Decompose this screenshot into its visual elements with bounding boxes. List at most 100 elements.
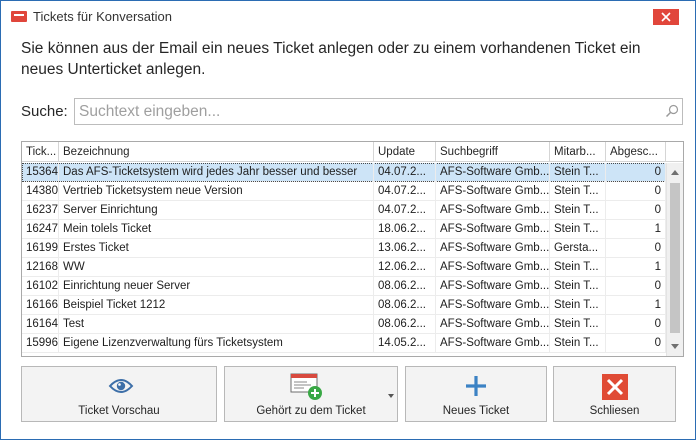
table-cell: 08.06.2... bbox=[374, 296, 436, 315]
new-ticket-button[interactable]: Neues Ticket bbox=[405, 366, 547, 422]
table-cell: 04.07.2... bbox=[374, 182, 436, 201]
table-cell: Erstes Ticket bbox=[59, 239, 374, 258]
search-input[interactable] bbox=[79, 102, 659, 121]
table-cell: 15996 bbox=[22, 334, 59, 353]
table-cell: 04.07.2... bbox=[374, 163, 436, 182]
window-title: Tickets für Konversation bbox=[33, 9, 172, 24]
close-dialog-button[interactable]: Schliesen bbox=[553, 366, 676, 422]
table-cell: Gersta... bbox=[550, 239, 606, 258]
app-icon bbox=[11, 11, 27, 22]
table-cell: 04.07.2... bbox=[374, 201, 436, 220]
scroll-thumb[interactable] bbox=[670, 183, 680, 333]
table-row[interactable]: 16164 Test 08.06.2... AFS-Software Gmb... St… bbox=[22, 315, 666, 334]
table-cell: WW bbox=[59, 258, 374, 277]
search-box[interactable] bbox=[74, 98, 683, 125]
table-cell: AFS-Software Gmb... bbox=[436, 182, 550, 201]
table-cell: Stein T... bbox=[550, 334, 606, 353]
table-cell: Einrichtung neuer Server bbox=[59, 277, 374, 296]
table-row[interactable]: 15996 Eigene Lizenzverwaltung fürs Ticket… bbox=[22, 334, 666, 353]
table-cell: 0 bbox=[606, 315, 666, 334]
table-cell: AFS-Software Gmb... bbox=[436, 296, 550, 315]
ticket-preview-button[interactable]: Ticket Vorschau bbox=[21, 366, 217, 422]
column-header[interactable]: Update bbox=[374, 142, 436, 162]
vertical-scrollbar[interactable] bbox=[666, 163, 683, 356]
table-row[interactable]: 16199 Erstes Ticket 13.06.2... AFS-Software… bbox=[22, 239, 666, 258]
table-cell: Mein tolels Ticket bbox=[59, 220, 374, 239]
table-cell: 14.05.2... bbox=[374, 334, 436, 353]
table-cell: AFS-Software Gmb... bbox=[436, 239, 550, 258]
table-cell: 0 bbox=[606, 201, 666, 220]
table-row[interactable]: 14380 Vertrieb Ticketsystem neue Version 0… bbox=[22, 182, 666, 201]
scroll-down-icon[interactable] bbox=[671, 344, 679, 349]
table-cell: AFS-Software Gmb... bbox=[436, 201, 550, 220]
table-cell: AFS-Software Gmb... bbox=[436, 163, 550, 182]
table-cell: Test bbox=[59, 315, 374, 334]
table-cell: Eigene Lizenzverwaltung fürs Ticketsyste… bbox=[59, 334, 374, 353]
column-header[interactable]: Tick... bbox=[22, 142, 59, 162]
table-cell: Stein T... bbox=[550, 220, 606, 239]
table-cell: AFS-Software Gmb... bbox=[436, 220, 550, 239]
window-close-button[interactable] bbox=[653, 9, 679, 25]
table-cell: Stein T... bbox=[550, 163, 606, 182]
table-cell: Vertrieb Ticketsystem neue Version bbox=[59, 182, 374, 201]
table-cell: 18.06.2... bbox=[374, 220, 436, 239]
table-cell: Stein T... bbox=[550, 201, 606, 220]
table-cell: 16247 bbox=[22, 220, 59, 239]
table-row[interactable]: 16102 Einrichtung neuer Server 08.06.2... A… bbox=[22, 277, 666, 296]
table-row[interactable]: 12168 WW 12.06.2... AFS-Software Gmb... Stei… bbox=[22, 258, 666, 277]
table-cell: 1 bbox=[606, 258, 666, 277]
table-cell: 1 bbox=[606, 220, 666, 239]
grid-header: Tick... Bezeichnung Update Suchbegriff Mitar… bbox=[22, 142, 683, 162]
eye-icon bbox=[108, 379, 134, 393]
table-row[interactable]: 16166 Beispiel Ticket 1212 08.06.2... AFS-S… bbox=[22, 296, 666, 315]
close-dialog-label: Schliesen bbox=[589, 405, 640, 417]
table-cell: 16237 bbox=[22, 201, 59, 220]
table-cell: 16164 bbox=[22, 315, 59, 334]
table-cell: 16199 bbox=[22, 239, 59, 258]
table-cell: Beispiel Ticket 1212 bbox=[59, 296, 374, 315]
table-cell: 0 bbox=[606, 277, 666, 296]
table-cell: 13.06.2... bbox=[374, 239, 436, 258]
table-cell: Stein T... bbox=[550, 296, 606, 315]
ticket-preview-label: Ticket Vorschau bbox=[78, 405, 160, 417]
plus-icon bbox=[466, 376, 486, 396]
belongs-to-ticket-label: Gehört zu dem Ticket bbox=[256, 405, 366, 417]
table-row[interactable]: 16247 Mein tolels Ticket 18.06.2... AFS-Sof… bbox=[22, 220, 666, 239]
table-row[interactable]: 16237 Server Einrichtung 04.07.2... AFS-Sof… bbox=[22, 201, 666, 220]
search-icon[interactable] bbox=[665, 104, 679, 118]
title-bar[interactable]: Tickets für Konversation bbox=[1, 1, 695, 31]
table-cell: AFS-Software Gmb... bbox=[436, 258, 550, 277]
column-header[interactable]: Bezeichnung bbox=[59, 142, 374, 162]
close-icon bbox=[661, 12, 671, 22]
table-cell: 0 bbox=[606, 182, 666, 201]
table-cell: Stein T... bbox=[550, 315, 606, 334]
table-cell: AFS-Software Gmb... bbox=[436, 315, 550, 334]
column-header[interactable]: Abgesc... bbox=[606, 142, 666, 162]
chevron-down-icon[interactable] bbox=[388, 394, 394, 398]
table-cell: 08.06.2... bbox=[374, 277, 436, 296]
column-header[interactable]: Suchbegriff bbox=[436, 142, 550, 162]
close-x-icon bbox=[602, 374, 628, 400]
table-cell: Stein T... bbox=[550, 277, 606, 296]
table-cell: 0 bbox=[606, 334, 666, 353]
table-row[interactable]: 15364 Das AFS-Ticketsystem wird jedes Jah… bbox=[22, 163, 666, 182]
table-cell: Das AFS-Ticketsystem wird jedes Jahr bes… bbox=[59, 163, 374, 182]
table-cell: Stein T... bbox=[550, 258, 606, 277]
table-cell: 15364 bbox=[22, 163, 59, 182]
dialog-window: Tickets für Konversation Sie können aus … bbox=[0, 0, 696, 440]
table-cell: 16102 bbox=[22, 277, 59, 296]
ticket-grid[interactable]: Tick... Bezeichnung Update Suchbegriff Mitar… bbox=[21, 141, 684, 357]
table-cell: AFS-Software Gmb... bbox=[436, 334, 550, 353]
belongs-to-ticket-button[interactable]: Gehört zu dem Ticket bbox=[224, 366, 398, 422]
table-cell: Server Einrichtung bbox=[59, 201, 374, 220]
table-cell: 14380 bbox=[22, 182, 59, 201]
table-cell: AFS-Software Gmb... bbox=[436, 277, 550, 296]
column-header[interactable]: Mitarb... bbox=[550, 142, 606, 162]
scroll-up-icon[interactable] bbox=[671, 170, 679, 175]
table-cell: Stein T... bbox=[550, 182, 606, 201]
table-cell: 0 bbox=[606, 163, 666, 182]
search-label: Suche: bbox=[21, 103, 68, 120]
table-cell: 16166 bbox=[22, 296, 59, 315]
table-cell: 0 bbox=[606, 239, 666, 258]
intro-text: Sie können aus der Email ein neues Ticke… bbox=[21, 40, 641, 78]
